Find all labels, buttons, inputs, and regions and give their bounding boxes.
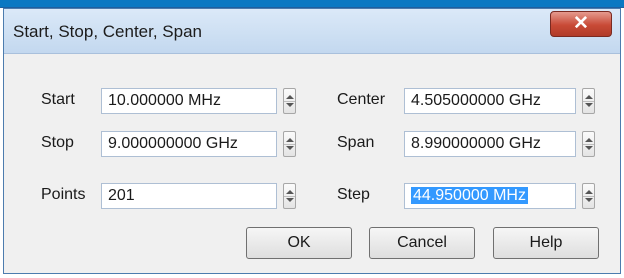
spin-up-icon[interactable] xyxy=(286,95,294,99)
parent-window-titlebar xyxy=(0,0,624,8)
span-spinner[interactable] xyxy=(582,131,595,157)
start-spinner[interactable] xyxy=(283,88,296,114)
start-input[interactable]: 10.000000 MHz xyxy=(101,88,277,114)
close-button[interactable]: ✕ xyxy=(550,11,612,37)
ok-button[interactable]: OK xyxy=(246,227,352,259)
spin-up-icon[interactable] xyxy=(585,95,593,99)
step-label: Step xyxy=(337,186,370,203)
spin-down-icon[interactable] xyxy=(286,146,294,150)
stop-label: Stop xyxy=(41,134,74,151)
center-spinner[interactable] xyxy=(582,88,595,114)
start-label: Start xyxy=(41,91,75,108)
close-icon: ✕ xyxy=(573,13,589,34)
spin-up-icon[interactable] xyxy=(585,138,593,142)
help-button[interactable]: Help xyxy=(493,227,599,259)
points-input[interactable]: 201 xyxy=(101,183,277,209)
start-stop-center-span-dialog: Start, Stop, Center, Span ✕ Start 10.000… xyxy=(3,8,621,274)
dialog-title: Start, Stop, Center, Span xyxy=(13,22,203,41)
points-spinner[interactable] xyxy=(283,183,296,209)
dialog-titlebar: Start, Stop, Center, Span ✕ xyxy=(4,9,620,54)
spin-down-icon[interactable] xyxy=(585,146,593,150)
spin-up-icon[interactable] xyxy=(286,190,294,194)
span-input[interactable]: 8.990000000 GHz xyxy=(404,131,576,157)
spin-down-icon[interactable] xyxy=(286,198,294,202)
center-input[interactable]: 4.505000000 GHz xyxy=(404,88,576,114)
spin-down-icon[interactable] xyxy=(286,103,294,107)
dialog-body: Start 10.000000 MHz Stop 9.000000000 GHz… xyxy=(4,54,620,273)
center-label: Center xyxy=(337,91,386,108)
points-label: Points xyxy=(41,186,86,203)
spin-down-icon[interactable] xyxy=(585,103,593,107)
spin-up-icon[interactable] xyxy=(585,190,593,194)
spin-down-icon[interactable] xyxy=(585,198,593,202)
spin-up-icon[interactable] xyxy=(286,138,294,142)
step-input[interactable]: 44.950000 MHz xyxy=(404,183,576,209)
step-spinner[interactable] xyxy=(582,183,595,209)
stop-spinner[interactable] xyxy=(283,131,296,157)
cancel-button[interactable]: Cancel xyxy=(369,227,475,259)
span-label: Span xyxy=(337,134,375,151)
stop-input[interactable]: 9.000000000 GHz xyxy=(101,131,277,157)
